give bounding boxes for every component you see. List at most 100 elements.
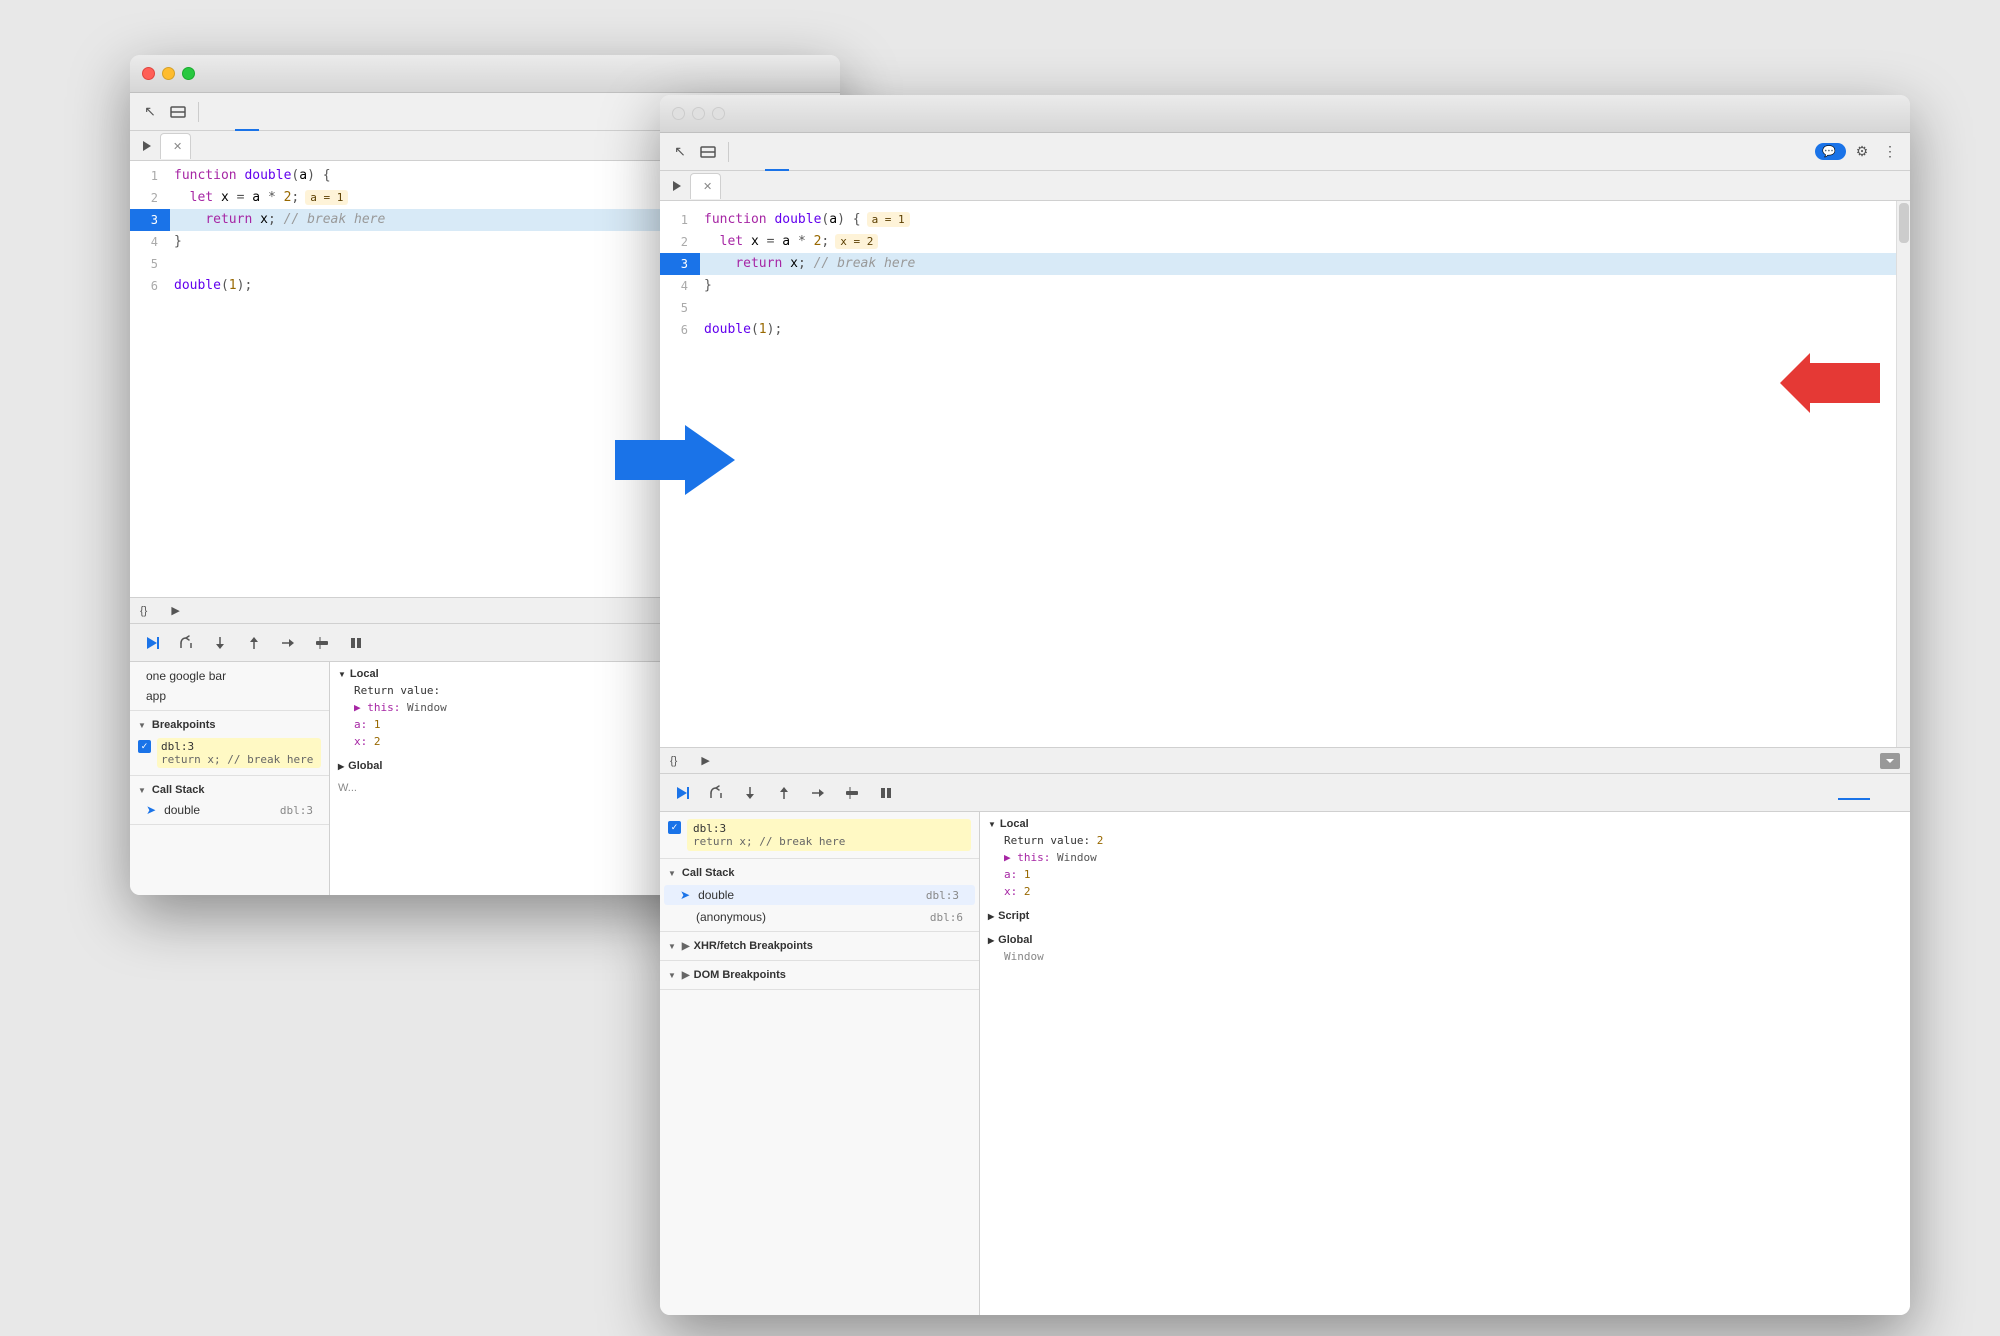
local-scope-header-2[interactable]: Local [988, 816, 1902, 832]
dom-section-2: ▶DOM Breakpoints [660, 961, 979, 990]
tab-more-1[interactable] [263, 93, 287, 131]
dock-icon[interactable] [166, 100, 190, 124]
watch-tab-2[interactable] [1870, 786, 1902, 800]
call-stack-item-double-2[interactable]: ➤ double dbl:3 [664, 885, 975, 905]
resume-btn-1[interactable] [138, 629, 166, 657]
breakpoints-section-1: Breakpoints ✓ dbl:3 return x; // break h… [130, 711, 329, 776]
comment-icon-2: 💬 [1822, 145, 1836, 158]
maximize-button-1[interactable] [182, 67, 195, 80]
cursor-icon-2[interactable]: ↖ [668, 140, 692, 164]
run-icon-1[interactable] [138, 137, 156, 155]
call-stack-section-2: Call Stack ➤ double dbl:3 (anonymous) db… [660, 859, 979, 932]
red-arrow-container [1780, 353, 1880, 418]
scrollbar-2[interactable] [1896, 201, 1910, 747]
bp-checkbox-1[interactable]: ✓ [138, 740, 151, 753]
breakpoints-section-2: ✓ dbl:3 return x; // break here [660, 812, 979, 859]
deactivate-btn-2[interactable] [838, 779, 866, 807]
file-tab-dbl-1[interactable]: ✕ [160, 133, 191, 159]
file-tab-dbl-2[interactable]: ✕ [690, 173, 721, 199]
scope-tab-2[interactable] [1838, 786, 1870, 800]
script-scope-header-2[interactable]: Script [988, 908, 1902, 924]
pause-btn-2[interactable] [872, 779, 900, 807]
left-panel-2: ✓ dbl:3 return x; // break here Call Sta… [660, 812, 980, 1315]
right-panel-2: Local Return value: 2 ▶ this: Window a: … [980, 812, 1910, 1315]
bp-checkbox-2[interactable]: ✓ [668, 821, 681, 834]
editor-with-scroll-2: 1 function double(a) {a = 1 2 let x = a … [660, 201, 1910, 747]
step-over-btn-2[interactable] [702, 779, 730, 807]
breakpoint-item-1: ✓ dbl:3 return x; // break here [130, 735, 329, 771]
editor-section-2: ✕ 1 function double(a) {a = 1 2 let x = … [660, 171, 1910, 773]
call-stack-header-2[interactable]: Call Stack [660, 863, 979, 883]
code-line-2-6: 6 double(1); [660, 319, 1896, 341]
run-icon-2[interactable] [668, 177, 686, 195]
format-icon-2[interactable]: {} [670, 755, 677, 767]
code-line-2-5: 5 [660, 297, 1896, 319]
scroll-to-btn[interactable] [1880, 753, 1900, 769]
step-over-btn-1[interactable] [172, 629, 200, 657]
blue-arrow-container [615, 420, 735, 505]
call-arrow-icon-2: ➤ [680, 888, 690, 902]
devtools-toolbar-2: ↖ 💬 ⚙ ⋮ [660, 133, 1910, 171]
step-btn-1[interactable] [274, 629, 302, 657]
tab-sources-1[interactable] [235, 93, 259, 131]
dom-header-2[interactable]: ▶DOM Breakpoints [660, 965, 979, 985]
format-icon-1[interactable]: {} [140, 605, 147, 617]
cursor-icon[interactable]: ↖ [138, 100, 162, 124]
scroll-thumb-2[interactable] [1899, 203, 1909, 243]
console-badge-2[interactable]: 💬 [1815, 143, 1846, 160]
traffic-lights-2 [672, 107, 725, 120]
main-content-2: ✕ 1 function double(a) {a = 1 2 let x = … [660, 171, 1910, 1315]
scope-section-2: Local Return value: 2 ▶ this: Window a: … [980, 812, 1910, 904]
scope-watch-tabs-2 [1838, 786, 1902, 800]
step-out-btn-1[interactable] [240, 629, 268, 657]
deactivate-btn-1[interactable] [308, 629, 336, 657]
global-scope-header-2[interactable]: Global [988, 932, 1902, 948]
nav-item-app[interactable]: app [130, 686, 329, 706]
resume-btn-2[interactable] [668, 779, 696, 807]
close-button-1[interactable] [142, 67, 155, 80]
devtools-window-2: ↖ 💬 ⚙ ⋮ [660, 95, 1910, 1315]
call-stack-item-anon-2[interactable]: (anonymous) dbl:6 [660, 907, 979, 927]
bottom-section-2: ✓ dbl:3 return x; // break here Call Sta… [660, 773, 1910, 1315]
traffic-lights-1 [142, 67, 195, 80]
nav-item-googlebar[interactable]: one google bar [130, 666, 329, 686]
code-editor-2[interactable]: 1 function double(a) {a = 1 2 let x = a … [660, 201, 1896, 747]
script-section-2: Script [980, 904, 1910, 928]
step-out-btn-2[interactable] [770, 779, 798, 807]
minimize-button-2[interactable] [692, 107, 705, 120]
xhr-section-2: ▶XHR/fetch Breakpoints [660, 932, 979, 961]
left-panel-1: one google bar app Breakpoints ✓ dbl:3 r… [130, 662, 330, 895]
xhr-header-2[interactable]: ▶XHR/fetch Breakpoints [660, 936, 979, 956]
titlebar-2 [660, 95, 1910, 133]
code-line-2-2: 2 let x = a * 2;x = 2 [660, 231, 1896, 253]
global-section-2: Global Window [980, 928, 1910, 969]
close-button-2[interactable] [672, 107, 685, 120]
maximize-button-2[interactable] [712, 107, 725, 120]
tab-sources-2[interactable] [765, 133, 789, 171]
call-stack-item-double-1[interactable]: ➤ double dbl:3 [130, 800, 329, 820]
panels-container-2: ✓ dbl:3 return x; // break here Call Sta… [660, 812, 1910, 1315]
pause-btn-1[interactable] [342, 629, 370, 657]
close-file-icon-2[interactable]: ✕ [703, 180, 712, 193]
breakpoints-header-1[interactable]: Breakpoints [130, 715, 329, 735]
tab-elements-2[interactable] [737, 133, 761, 171]
more-icon-2[interactable]: ⋮ [1878, 140, 1902, 164]
minimize-button-1[interactable] [162, 67, 175, 80]
titlebar-1 [130, 55, 840, 93]
divider-2 [728, 142, 729, 162]
step-into-btn-2[interactable] [736, 779, 764, 807]
step-btn-2[interactable] [804, 779, 832, 807]
tab-elements-1[interactable] [207, 93, 231, 131]
call-stack-header-1[interactable]: Call Stack [130, 780, 329, 800]
divider-1 [198, 102, 199, 122]
code-line-2-3: 3 return x; // break here [660, 253, 1896, 275]
settings-icon-2[interactable]: ⚙ [1850, 140, 1874, 164]
call-stack-section-1: Call Stack ➤ double dbl:3 [130, 776, 329, 825]
file-tab-bar-2: ✕ [660, 171, 1910, 201]
tab-more-2[interactable] [793, 133, 817, 171]
close-file-icon[interactable]: ✕ [173, 140, 182, 153]
code-line-2-1: 1 function double(a) {a = 1 [660, 209, 1896, 231]
nav-section-1: one google bar app [130, 662, 329, 711]
step-into-btn-1[interactable] [206, 629, 234, 657]
dock-icon-2[interactable] [696, 140, 720, 164]
